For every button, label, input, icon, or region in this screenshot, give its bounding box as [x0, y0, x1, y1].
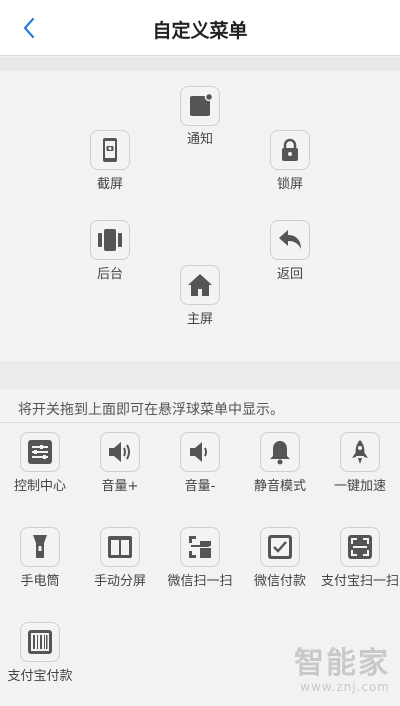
split-screen-icon — [108, 536, 132, 558]
switch-wechat-scan[interactable] — [180, 527, 220, 567]
switch-boost[interactable] — [340, 432, 380, 472]
rocket-icon — [352, 440, 368, 464]
header-gap — [0, 57, 400, 71]
switch-split-screen[interactable] — [100, 527, 140, 567]
menu-item-home[interactable] — [180, 265, 220, 305]
recent-apps-icon — [98, 229, 122, 251]
wechat-pay-icon — [268, 535, 292, 559]
lock-icon — [282, 138, 298, 161]
screenshot-icon — [103, 138, 117, 162]
drag-hint-text: 将开关拖到上面即可在悬浮球菜单中显示。 — [18, 402, 284, 418]
watermark-logo: 智能家 — [294, 646, 390, 681]
switch-silent-mode[interactable] — [260, 432, 300, 472]
section-separator — [0, 361, 400, 389]
switch-alipay-pay[interactable] — [20, 622, 60, 662]
switch-label: 音量+ — [101, 479, 139, 494]
menu-item-notification[interactable] — [180, 86, 220, 126]
menu-item-lock[interactable] — [270, 130, 310, 170]
flashlight-icon — [33, 535, 47, 558]
menu-item-label: 主屏 — [186, 312, 213, 327]
switch-volume-up[interactable] — [100, 432, 140, 472]
back-arrow-icon — [279, 230, 301, 249]
notification-icon — [190, 92, 214, 116]
menu-item-recent-apps[interactable] — [90, 220, 130, 260]
home-icon — [188, 274, 212, 296]
switch-label: 支付宝付款 — [7, 669, 73, 684]
switch-volume-down[interactable] — [180, 432, 220, 472]
switch-control-center[interactable] — [20, 432, 60, 472]
switch-label: 音量- — [184, 479, 216, 494]
menu-item-back[interactable] — [270, 220, 310, 260]
switch-label: 一键加速 — [333, 479, 386, 494]
header-bar: 自定义菜单 — [0, 0, 400, 56]
switch-label: 静音模式 — [253, 479, 306, 494]
menu-item-label: 截屏 — [96, 177, 123, 192]
volume-up-icon — [109, 442, 130, 462]
menu-item-label: 后台 — [96, 267, 123, 282]
menu-item-label: 返回 — [276, 267, 303, 282]
switch-wechat-pay[interactable] — [260, 527, 300, 567]
switch-label: 手电筒 — [20, 574, 60, 589]
watermark-url: www.znj.com — [300, 680, 390, 694]
divider — [0, 422, 400, 423]
page-title: 自定义菜单 — [152, 20, 248, 42]
switch-label: 微信付款 — [253, 574, 306, 589]
switch-label: 微信扫一扫 — [167, 574, 233, 589]
watermark: 智能家 www.znj.com — [294, 646, 390, 695]
menu-item-label: 通知 — [186, 132, 213, 147]
menu-item-screenshot[interactable] — [90, 130, 130, 170]
wechat-scan-icon — [189, 536, 211, 558]
alipay-scan-icon — [348, 535, 372, 559]
switch-alipay-scan[interactable] — [340, 527, 380, 567]
switch-label: 支付宝扫一扫 — [320, 574, 399, 589]
switch-label: 控制中心 — [13, 479, 66, 494]
switch-flashlight[interactable] — [20, 527, 60, 567]
volume-down-icon — [190, 442, 207, 462]
control-center-icon — [28, 440, 52, 464]
bell-icon — [270, 441, 290, 465]
menu-item-label: 锁屏 — [276, 177, 303, 192]
alipay-pay-icon — [28, 630, 52, 654]
switch-label: 手动分屏 — [93, 574, 146, 589]
